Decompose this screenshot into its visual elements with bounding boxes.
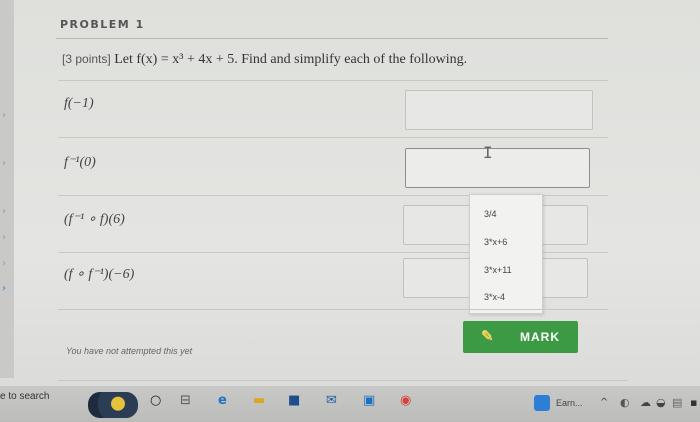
battery-icon[interactable]: ▪ <box>690 396 697 409</box>
network-icon[interactable]: ◒ <box>656 396 666 409</box>
chrome-icon[interactable]: ◉ <box>400 393 411 408</box>
expression-1: f(−1) <box>64 96 94 111</box>
autocomplete-dropdown[interactable]: 3/4 3*x+6 3*x+11 3*x-4 <box>469 194 543 314</box>
task-view-icon[interactable]: ⊟ <box>180 393 191 408</box>
chevron-right-icon[interactable]: › <box>2 258 6 269</box>
i-beam-cursor-icon: I <box>483 143 493 162</box>
dropdown-option[interactable]: 3/4 <box>484 209 497 219</box>
earn-label[interactable]: Earn... <box>556 398 583 408</box>
dropdown-option[interactable]: 3*x+11 <box>484 265 512 275</box>
edge-icon[interactable]: e <box>218 393 227 408</box>
divider <box>58 137 608 138</box>
taskbar: e to search ○ ⊟ e ▬ ■ ✉ ▣ ◉ Earn... ^ ◐ … <box>0 386 700 422</box>
pencil-icon: ✎ <box>481 328 495 345</box>
problem-title: PROBLEM 1 <box>60 18 145 31</box>
answer-field-2[interactable] <box>405 148 590 188</box>
problem-statement: [3 points] Let f(x) = x³ + 4x + 5. Find … <box>62 52 467 68</box>
store-icon[interactable]: ■ <box>288 393 300 408</box>
file-explorer-icon[interactable]: ▬ <box>253 393 265 408</box>
tray-icon[interactable]: ◐ <box>620 396 630 409</box>
tray-icon[interactable]: ☁ <box>640 396 651 409</box>
taskbar-search[interactable]: e to search <box>0 391 49 402</box>
mail-icon[interactable]: ✉ <box>326 393 337 408</box>
divider <box>56 38 608 39</box>
chevron-right-icon[interactable]: › <box>2 232 6 243</box>
divider <box>58 309 608 310</box>
mark-button-label: MARK <box>520 330 560 344</box>
dropdown-option[interactable]: 3*x+6 <box>484 237 507 247</box>
answer-field-1[interactable] <box>405 90 593 130</box>
earn-icon[interactable] <box>534 395 550 411</box>
cortana-icon[interactable]: ○ <box>150 393 161 408</box>
mark-button[interactable]: ✎ MARK <box>463 321 578 353</box>
chevron-right-icon[interactable]: › <box>2 110 6 121</box>
expression-2: f⁻¹(0) <box>64 155 96 170</box>
points-label: [3 points] <box>62 52 111 66</box>
statement-text: Let f(x) = x³ + 4x + 5. Find and simplif… <box>114 52 468 67</box>
expression-3: (f⁻¹ ∘ f)(6) <box>64 212 125 227</box>
app-icon[interactable]: ▣ <box>363 393 375 408</box>
volume-icon[interactable]: ▤ <box>672 396 682 409</box>
chevron-right-icon[interactable]: › <box>2 206 6 217</box>
divider <box>58 80 608 81</box>
chevron-right-icon[interactable]: › <box>2 158 6 169</box>
attempt-status: You have not attempted this yet <box>66 346 193 356</box>
chevron-up-icon[interactable]: ^ <box>600 397 608 408</box>
divider <box>58 380 628 381</box>
left-sidebar-strip: › › › › › › <box>0 0 14 378</box>
search-highlight-image[interactable] <box>88 392 138 418</box>
chevron-right-icon[interactable]: › <box>2 283 6 294</box>
expression-4: (f ∘ f⁻¹)(−6) <box>64 267 135 282</box>
dropdown-option[interactable]: 3*x-4 <box>484 292 505 302</box>
